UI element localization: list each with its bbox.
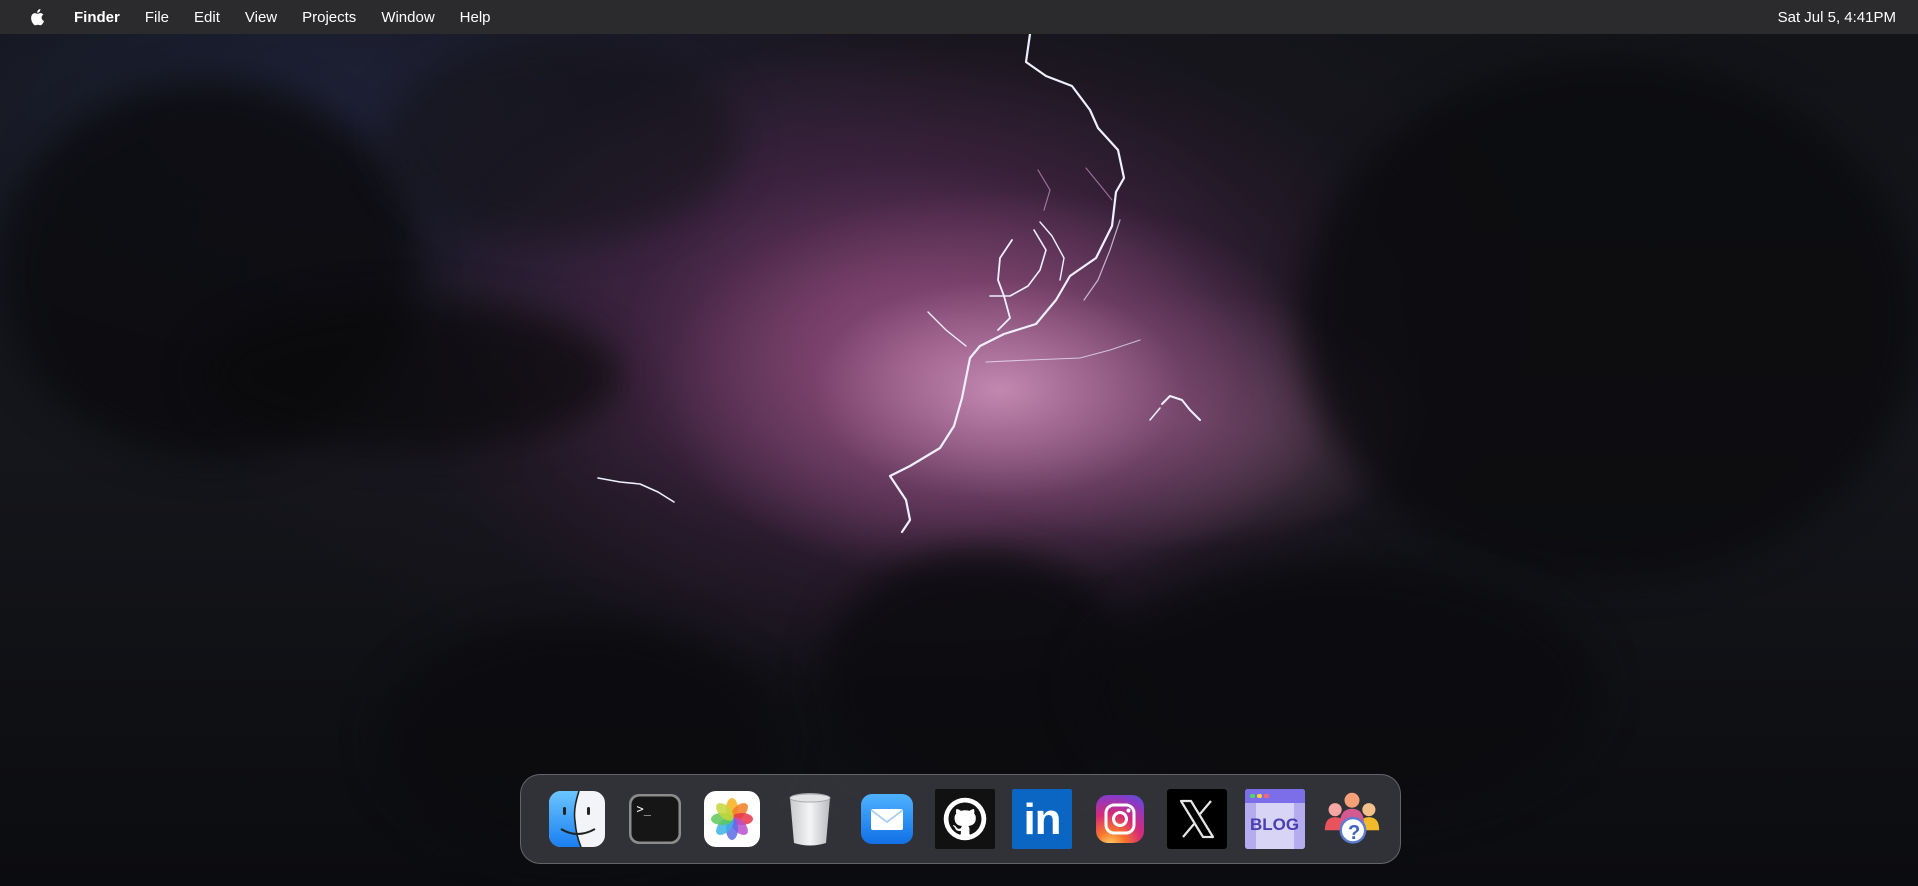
apple-icon[interactable] <box>30 7 48 27</box>
photos-icon[interactable] <box>702 789 762 849</box>
github-icon[interactable] <box>934 789 995 849</box>
menu-help[interactable]: Help <box>460 9 491 26</box>
menu-edit[interactable]: Edit <box>194 9 220 26</box>
linkedin-text: in <box>1023 795 1061 844</box>
lightning-bolt <box>597 32 1201 534</box>
terminal-icon[interactable]: >_ <box>625 789 685 849</box>
menu-view[interactable]: View <box>245 9 277 26</box>
menu-window[interactable]: Window <box>381 9 434 26</box>
blog-icon[interactable]: BLOG <box>1244 789 1305 849</box>
instagram-icon[interactable] <box>1090 789 1150 849</box>
team-help-icon[interactable]: ? <box>1322 789 1382 849</box>
wallpaper <box>0 0 1918 886</box>
menu-finder[interactable]: Finder <box>74 9 120 26</box>
help-question-mark: ? <box>1348 822 1361 844</box>
trash-icon[interactable] <box>780 789 840 849</box>
linkedin-icon[interactable]: in <box>1012 789 1072 849</box>
menu-projects[interactable]: Projects <box>302 9 356 26</box>
terminal-prompt: >_ <box>636 802 651 816</box>
blog-text: BLOG <box>1249 815 1300 834</box>
dock: >_ in BLOG ? <box>520 774 1401 864</box>
finder-icon[interactable] <box>547 789 607 849</box>
blog-titlebar <box>1244 789 1305 803</box>
x-icon[interactable] <box>1167 789 1227 849</box>
desktop: Finder File Edit View Projects Window He… <box>0 0 1918 886</box>
menu-clock[interactable]: Sat Jul 5, 4:41PM <box>1778 9 1896 26</box>
menu-file[interactable]: File <box>145 9 169 26</box>
mail-icon[interactable] <box>857 789 917 849</box>
menu-bar: Finder File Edit View Projects Window He… <box>0 0 1918 34</box>
